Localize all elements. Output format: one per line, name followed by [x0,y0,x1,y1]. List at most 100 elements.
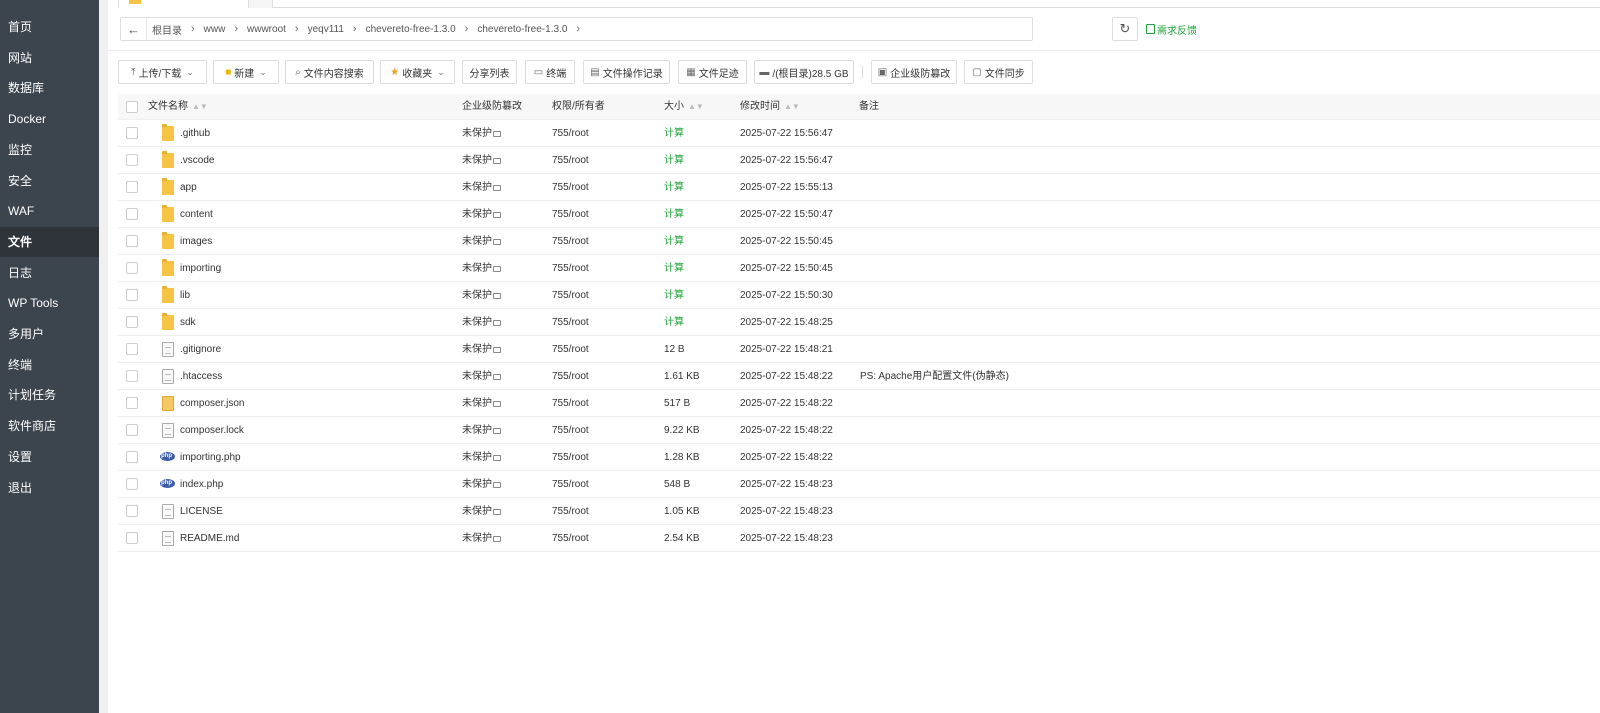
table-row[interactable]: .vscode 未保护 755/root 计算 2025-07-22 15:56:47 [118,147,1600,174]
footprint-button[interactable]: ▦ 文件足迹 [678,60,747,84]
permission[interactable]: 755/root [552,228,589,255]
sidebar-item[interactable]: 数据库 [0,73,99,103]
tamper-status[interactable]: 未保护 [462,201,501,228]
table-row[interactable]: sdk 未保护 755/root 计算 2025-07-22 15:48:25 [118,309,1600,336]
permission[interactable]: 755/root [552,471,589,498]
remark[interactable]: PS: Apache用户配置文件(伪静态) [860,363,1009,390]
file-name[interactable]: .gitignore [180,336,221,363]
tamper-status[interactable]: 未保护 [462,417,501,444]
permission[interactable]: 755/root [552,525,589,552]
file-size[interactable]: 计算 [664,120,684,147]
sidebar-item[interactable]: 文件 [0,226,99,257]
row-checkbox[interactable] [126,478,138,490]
tamper-status[interactable]: 未保护 [462,309,501,336]
path-bar[interactable]: ← 根目录 › www › wwwroot › yeqv111 › chevereto-free… [120,17,1033,41]
table-row[interactable]: importing.php 未保护 755/root 1.28 KB 2025-07-2… [118,444,1600,471]
tamper-status[interactable]: 未保护 [462,336,501,363]
permission[interactable]: 755/root [552,363,589,390]
tamper-status[interactable]: 未保护 [462,390,501,417]
table-row[interactable]: content 未保护 755/root 计算 2025-07-22 15:50:47 [118,201,1600,228]
share-list-button[interactable]: 分享列表 [462,60,517,84]
permission[interactable]: 755/root [552,417,589,444]
tamper-status[interactable]: 未保护 [462,228,501,255]
table-row[interactable]: index.php 未保护 755/root 548 B 2025-07-22 15:4… [118,471,1600,498]
tamper-status[interactable]: 未保护 [462,120,501,147]
new-button[interactable]: ■ 新建 ⌄ [213,60,279,84]
row-checkbox[interactable] [126,181,138,193]
breadcrumb-item[interactable]: yeqv111 [303,24,349,35]
permission[interactable]: 755/root [552,147,589,174]
row-checkbox[interactable] [126,127,138,139]
file-size[interactable]: 计算 [664,174,684,201]
table-row[interactable]: importing 未保护 755/root 计算 2025-07-22 15:50:4… [118,255,1600,282]
tamper-status[interactable]: 未保护 [462,498,501,525]
table-row[interactable]: images 未保护 755/root 计算 2025-07-22 15:50:45 [118,228,1600,255]
column-size[interactable]: 大小 ▲▼ [664,94,704,120]
table-row[interactable]: .github 未保护 755/root 计算 2025-07-22 15:56:47 [118,120,1600,147]
table-row[interactable]: README.md 未保护 755/root 2.54 KB 2025-07-22 15… [118,525,1600,552]
refresh-icon[interactable]: ↻ [1112,17,1138,41]
sidebar-item[interactable]: 终端 [0,350,99,380]
tamper-status[interactable]: 未保护 [462,255,501,282]
breadcrumb-item[interactable]: chevereto-free-1.3.0 [361,24,461,35]
tamper-status[interactable]: 未保护 [462,147,501,174]
file-name[interactable]: .vscode [180,147,214,174]
file-name[interactable]: index.php [180,471,223,498]
file-name[interactable]: README.md [180,525,239,552]
terminal-button[interactable]: ▭ 终端 [525,60,575,84]
permission[interactable]: 755/root [552,309,589,336]
file-name[interactable]: sdk [180,309,196,336]
sidebar-item[interactable]: 退出 [0,473,99,503]
row-checkbox[interactable] [126,343,138,355]
back-arrow-icon[interactable]: ← [121,18,147,40]
tab-current-folder[interactable] [118,0,249,8]
permission[interactable]: 755/root [552,444,589,471]
table-row[interactable]: .htaccess 未保护 755/root 1.61 KB 2025-07-22 15… [118,363,1600,390]
sidebar-item[interactable]: WP Tools [0,288,99,318]
file-name[interactable]: importing [180,255,221,282]
sidebar-item[interactable]: Docker [0,104,99,134]
select-all-checkbox[interactable] [126,101,138,113]
file-name[interactable]: composer.json [180,390,244,417]
file-size[interactable]: 计算 [664,255,684,282]
row-checkbox[interactable] [126,397,138,409]
permission[interactable]: 755/root [552,255,589,282]
feedback-link[interactable]: 需求反馈 [1146,21,1197,37]
disk-button[interactable]: ▬/(根目录)28.5 GB [754,60,854,84]
tamper-status[interactable]: 未保护 [462,174,501,201]
tamper-status[interactable]: 未保护 [462,525,501,552]
file-size[interactable]: 计算 [664,282,684,309]
file-name[interactable]: lib [180,282,190,309]
tamper-protection-button[interactable]: ▣ 企业级防篡改 [871,60,957,84]
file-size[interactable]: 计算 [664,201,684,228]
permission[interactable]: 755/root [552,282,589,309]
table-row[interactable]: app 未保护 755/root 计算 2025-07-22 15:55:13 [118,174,1600,201]
sidebar-item[interactable]: 日志 [0,258,99,288]
upload-download-button[interactable]: ⤒ 上传/下载 ⌄ [118,60,207,84]
breadcrumb-item[interactable]: chevereto-free-1.3.0 [472,24,572,35]
file-name[interactable]: .htaccess [180,363,222,390]
file-name[interactable]: content [180,201,213,228]
sidebar-item[interactable]: WAF [0,196,99,226]
table-row[interactable]: composer.lock 未保护 755/root 9.22 KB 2025-07-2… [118,417,1600,444]
sidebar-item[interactable]: 软件商店 [0,411,99,441]
file-name[interactable]: app [180,174,197,201]
sidebar-item[interactable]: 安全 [0,166,99,196]
column-name[interactable]: 文件名称 ▲▼ [148,94,208,120]
sidebar-item[interactable]: 计划任务 [0,380,99,410]
sidebar-item[interactable]: 多用户 [0,319,99,349]
breadcrumb-item[interactable]: www [199,24,231,35]
row-checkbox[interactable] [126,316,138,328]
row-checkbox[interactable] [126,208,138,220]
row-checkbox[interactable] [126,532,138,544]
file-name[interactable]: importing.php [180,444,241,471]
tamper-status[interactable]: 未保护 [462,471,501,498]
permission[interactable]: 755/root [552,201,589,228]
operation-log-button[interactable]: ▤ 文件操作记录 [583,60,670,84]
permission[interactable]: 755/root [552,174,589,201]
breadcrumb-item[interactable]: wwwroot [242,24,291,35]
row-checkbox[interactable] [126,424,138,436]
row-checkbox[interactable] [126,370,138,382]
breadcrumb-item[interactable]: 根目录 [147,22,187,37]
sidebar-item[interactable]: 设置 [0,442,99,472]
